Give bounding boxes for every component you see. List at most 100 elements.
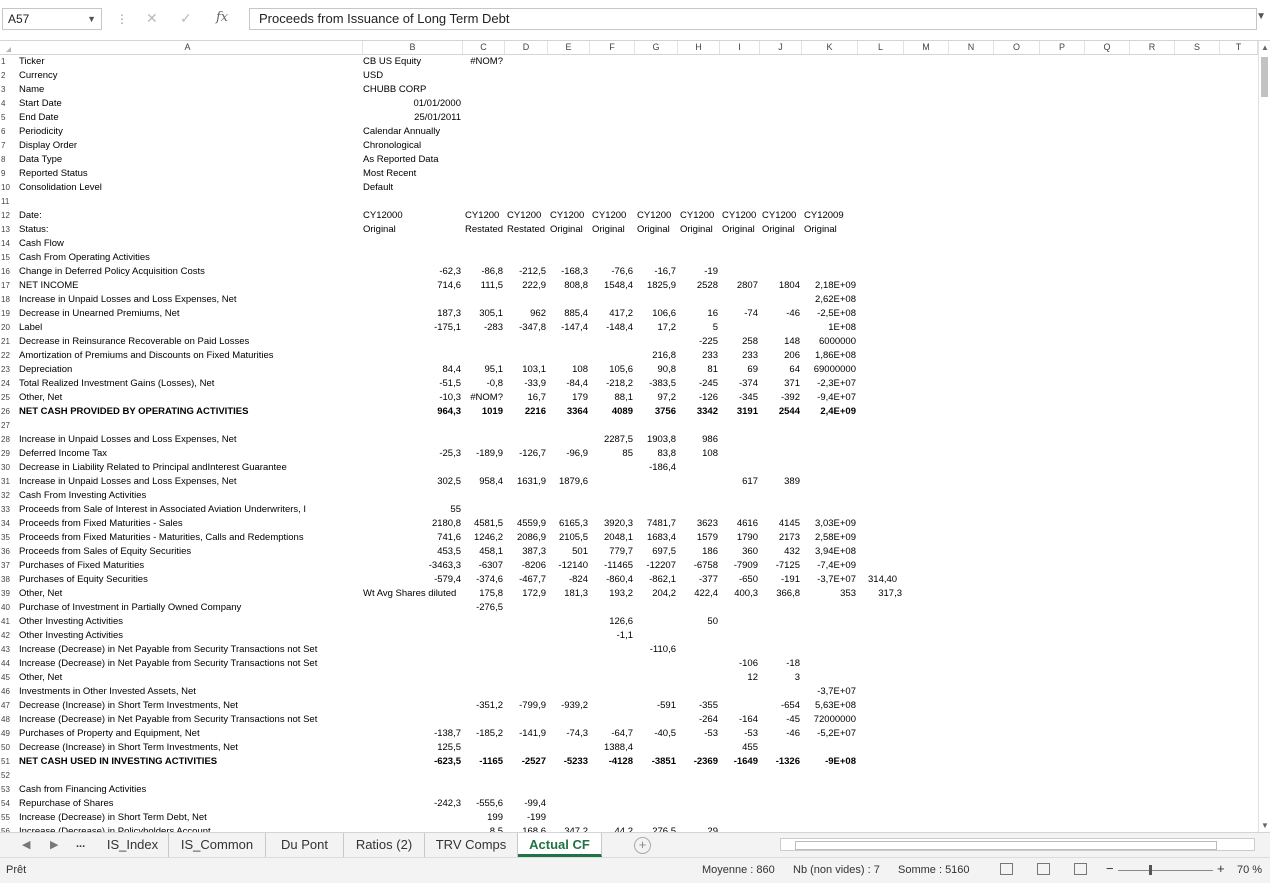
row-number[interactable]: 53 [0, 783, 13, 797]
cell-g[interactable]: 1903,8 [635, 433, 676, 447]
cell-f[interactable]: 417,2 [590, 307, 633, 321]
cell-g[interactable]: -383,5 [635, 377, 676, 391]
cell-c[interactable]: -276,5 [463, 601, 503, 615]
cell-i[interactable]: -1649 [720, 755, 758, 769]
cell-d[interactable]: 962 [505, 307, 546, 321]
cell-k[interactable]: 1,86E+08 [802, 349, 856, 363]
cell-c[interactable]: -374,6 [463, 573, 503, 587]
cell-j[interactable]: 3 [760, 671, 800, 685]
cell-label[interactable]: Investments in Other Invested Assets, Ne… [19, 685, 196, 699]
cell-j[interactable]: -392 [760, 391, 800, 405]
cell-h[interactable]: 3342 [678, 405, 718, 419]
row-number[interactable]: 3 [0, 83, 13, 97]
cell-label[interactable]: Other Investing Activities [19, 615, 123, 629]
row-number[interactable]: 6 [0, 125, 13, 139]
column-header-t[interactable]: T [1220, 41, 1258, 54]
cell-d[interactable]: 2086,9 [505, 531, 546, 545]
cell-c[interactable]: 458,1 [463, 545, 503, 559]
cell-c[interactable]: -283 [463, 321, 503, 335]
cell-d[interactable]: -33,9 [505, 377, 546, 391]
cell-h[interactable]: -6758 [678, 559, 718, 573]
column-header-q[interactable]: Q [1085, 41, 1130, 54]
cell-b[interactable]: -138,7 [363, 727, 461, 741]
cell-d[interactable]: Restated [507, 223, 548, 237]
row-number[interactable]: 49 [0, 727, 13, 741]
cell-c[interactable]: 95,1 [463, 363, 504, 377]
cell-j[interactable]: -46 [760, 727, 800, 741]
cell-h[interactable]: -126 [678, 391, 718, 405]
cell-label[interactable]: Cash From Operating Activities [19, 251, 150, 265]
cell-label[interactable]: Other, Net [19, 587, 62, 601]
cell-i[interactable]: 3191 [720, 405, 758, 419]
cell-g[interactable]: 204,2 [635, 587, 676, 601]
cell-e[interactable]: -939,2 [548, 699, 588, 713]
cell-c[interactable]: 111,5 [463, 279, 503, 293]
row-number[interactable]: 55 [0, 811, 13, 825]
cell-h[interactable]: -264 [678, 713, 718, 727]
next-sheet-icon[interactable]: ▶ [50, 838, 58, 851]
cell-b[interactable]: 714,6 [363, 279, 461, 293]
cell-label[interactable]: Repurchase of Shares [19, 797, 114, 811]
cell-c[interactable]: 8,5 [463, 825, 503, 832]
worksheet-grid[interactable]: ABCDEFGHIJKLMNOPQRST 1 Ticker CB US Equity… [0, 41, 1258, 832]
cell-h[interactable]: 81 [678, 363, 718, 377]
cell-g[interactable]: 90,8 [635, 363, 677, 377]
row-number[interactable]: 38 [0, 573, 13, 587]
cell-e[interactable]: 179 [548, 391, 588, 405]
cell-e[interactable]: 6165,3 [548, 517, 588, 531]
cell-b[interactable]: -62,3 [363, 265, 461, 279]
cell-j[interactable]: 148 [760, 335, 800, 349]
row-number[interactable]: 7 [0, 139, 13, 153]
row-number[interactable]: 26 [0, 405, 13, 419]
zoom-level[interactable]: 70 % [1237, 864, 1262, 876]
cell-e[interactable]: -147,4 [548, 321, 588, 335]
cell-k[interactable]: 2,18E+09 [802, 279, 856, 293]
row-number[interactable]: 46 [0, 685, 13, 699]
cell-e[interactable]: 885,4 [548, 307, 588, 321]
formula-input[interactable]: Proceeds from Issuance of Long Term Debt [249, 8, 1257, 30]
cell-g[interactable]: 1825,9 [635, 279, 676, 293]
tab-is-common[interactable]: IS_Common [169, 833, 266, 857]
cell-d[interactable]: -8206 [505, 559, 546, 573]
horizontal-scroll-thumb[interactable] [795, 841, 1217, 850]
row-number[interactable]: 31 [0, 475, 13, 489]
cell-label[interactable]: Decrease in Liability Related to Princip… [19, 461, 287, 475]
name-box[interactable]: A57 ▼ [2, 8, 102, 30]
row-number[interactable]: 21 [0, 335, 13, 349]
column-header-r[interactable]: R [1130, 41, 1175, 54]
select-all-corner[interactable] [0, 41, 13, 54]
cell-j[interactable]: 432 [760, 545, 800, 559]
cell-g[interactable]: 276,5 [635, 825, 676, 832]
cell-g[interactable]: 216,8 [635, 349, 676, 363]
cell-label[interactable]: Status: [19, 223, 49, 237]
cell-g[interactable]: -186,4 [635, 461, 676, 475]
row-number[interactable]: 17 [0, 279, 13, 293]
cell-k[interactable]: -3,7E+07 [802, 573, 856, 587]
row-number[interactable]: 4 [0, 97, 13, 111]
row-number[interactable]: 48 [0, 713, 13, 727]
cell-b[interactable]: 453,5 [363, 545, 461, 559]
cell-f[interactable]: 193,2 [590, 587, 633, 601]
cell-k[interactable]: -2,3E+07 [802, 377, 856, 391]
tab-trv-comps[interactable]: TRV Comps [425, 833, 518, 857]
row-number[interactable]: 40 [0, 601, 13, 615]
cell-d[interactable]: -141,9 [505, 727, 546, 741]
cell-e[interactable]: -96,9 [548, 447, 588, 461]
cell-h[interactable]: -19 [678, 265, 718, 279]
cell-k[interactable]: 72000000 [802, 713, 856, 727]
cell-d[interactable]: -347,8 [505, 321, 546, 335]
cell-f[interactable]: -11465 [590, 559, 633, 573]
cell-f[interactable]: Original [592, 223, 635, 237]
page-break-view-icon[interactable] [1074, 863, 1087, 875]
column-header-m[interactable]: M [904, 41, 949, 54]
cell-c[interactable]: -185,2 [463, 727, 503, 741]
row-number[interactable]: 12 [0, 209, 13, 223]
cell-e[interactable]: 2105,5 [548, 531, 588, 545]
cell-f[interactable]: 105,6 [590, 363, 633, 377]
column-header-d[interactable]: D [505, 41, 548, 54]
row-number[interactable]: 15 [0, 251, 13, 265]
cell-f[interactable]: 2048,1 [590, 531, 633, 545]
cell-b[interactable]: CHUBB CORP [363, 83, 426, 97]
column-header-k[interactable]: K [802, 41, 858, 54]
cell-label[interactable]: Decrease (Increase) in Short Term Invest… [19, 699, 238, 713]
